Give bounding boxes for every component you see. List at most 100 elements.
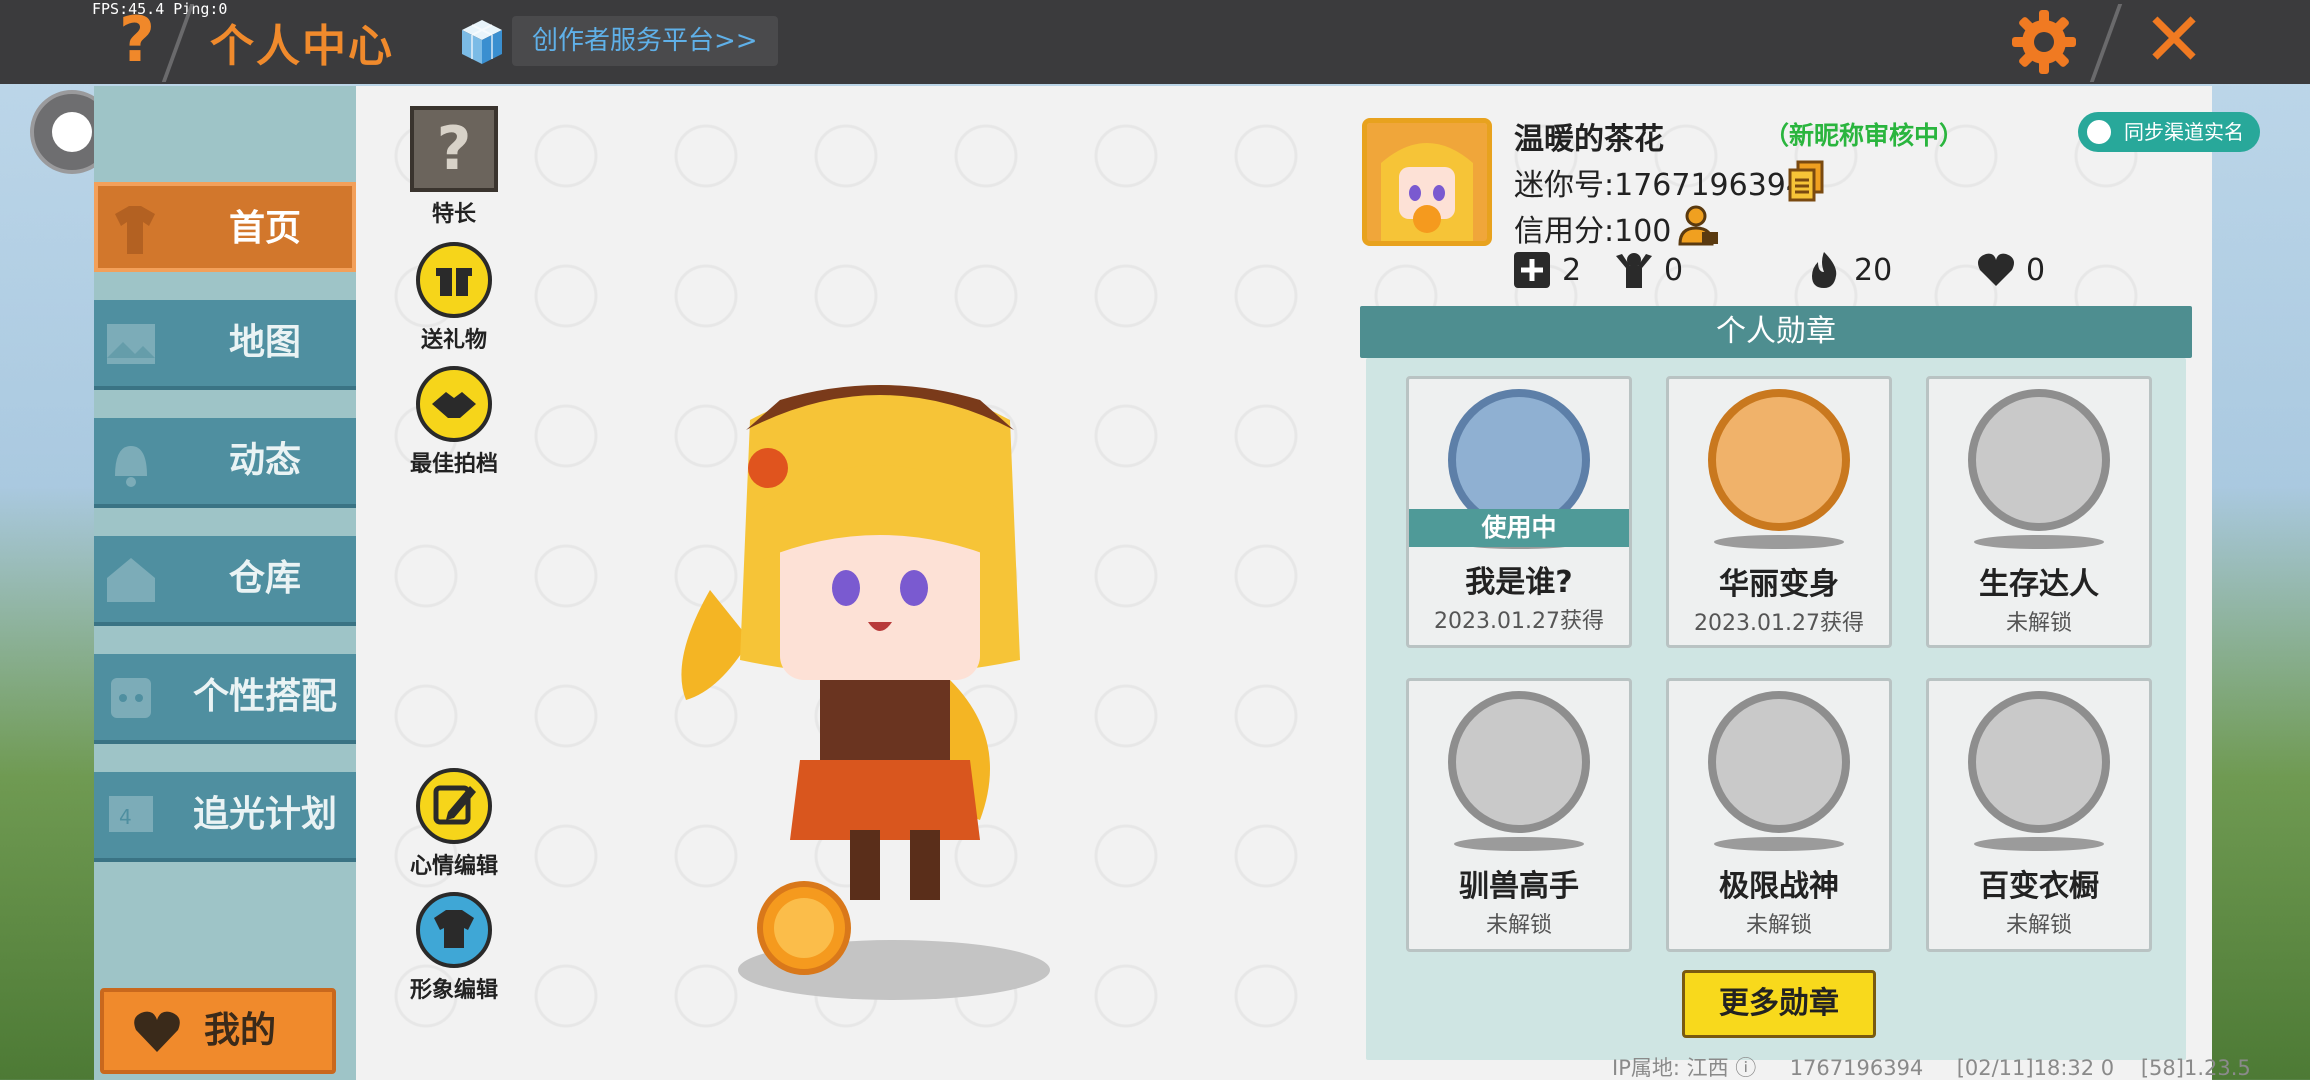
question-icon: ?: [410, 106, 498, 192]
sidebar-item-outfit[interactable]: 个性搭配: [94, 654, 356, 744]
medal-name: 华丽变身: [1719, 567, 1839, 602]
sidebar-item-label: 个性搭配: [192, 676, 337, 717]
medal-card[interactable]: 华丽变身 2023.01.27获得: [1666, 376, 1892, 648]
sidebar-item-label: 地图: [228, 322, 301, 363]
mood-edit-button[interactable]: 心情编辑: [394, 768, 514, 880]
likes-count: 0: [2026, 252, 2046, 288]
copy-icon[interactable]: [1786, 160, 1826, 202]
player-name: 温暖的茶花: [1514, 122, 1664, 157]
credit-score: 信用分:100: [1514, 214, 1672, 249]
sidebar-item-home[interactable]: 首页: [94, 182, 356, 272]
specialty-label: 特长: [431, 202, 476, 227]
wardrobe-medal-icon: [1968, 691, 2110, 833]
fans-stat[interactable]: 0: [1614, 248, 1683, 292]
in-use-badge: 使用中: [1409, 509, 1629, 547]
sidebar-item-label: 仓库: [228, 558, 301, 599]
hot-count: 20: [1854, 252, 1893, 288]
ip-location: IP属地: 江西: [1612, 1056, 1729, 1080]
gift-icon: [416, 242, 492, 318]
sidebar-item-plan[interactable]: 4 追光计划: [94, 772, 356, 862]
image-edit-button[interactable]: 形象编辑: [394, 892, 514, 1004]
fans-count: 0: [1664, 252, 1684, 288]
footer-time: [02/11]18:32 0: [1956, 1056, 2115, 1080]
map-icon: [107, 324, 155, 364]
mini-id: 迷你号:1767196394: [1514, 168, 1805, 203]
sync-realname-button[interactable]: 同步渠道实名: [2078, 112, 2260, 152]
medal-name: 生存达人: [1979, 567, 2099, 602]
flag-icon: 4: [109, 796, 153, 832]
footer-uid: 1767196394: [1789, 1056, 1924, 1080]
medal-section-header: 个人勋章: [1360, 306, 2192, 358]
creator-platform-link[interactable]: 创作者服务平台>>: [512, 16, 778, 66]
sidebar-item-label: 追光计划: [192, 794, 337, 835]
svg-text:4: 4: [119, 805, 132, 829]
fans-icon: [1616, 253, 1652, 288]
page-title: 个人中心: [210, 21, 394, 72]
help-icon[interactable]: ?: [105, 6, 169, 74]
character-icon: [111, 678, 151, 718]
sidebar: 首页 地图 动态 仓库 个性搭配 4 追光计划: [94, 86, 356, 1080]
medal-shadow: [1974, 837, 2104, 851]
profile-avatar[interactable]: [1362, 118, 1492, 246]
medal-status: 未解锁: [2005, 913, 2072, 938]
medal-status: 未解锁: [1745, 913, 1812, 938]
sidebar-item-map[interactable]: 地图: [94, 300, 356, 390]
medal-name: 驯兽高手: [1459, 869, 1579, 904]
campfire-medal-icon: [1968, 389, 2110, 531]
gear-icon[interactable]: [2008, 6, 2080, 78]
medal-card[interactable]: 极限战神 未解锁: [1666, 678, 1892, 952]
beast-medal-icon: [1448, 691, 1590, 833]
medal-shadow: [1974, 535, 2104, 549]
credit-user-icon[interactable]: [1676, 204, 1722, 248]
medal-card[interactable]: 使用中 我是谁? 2023.01.27获得: [1406, 376, 1632, 648]
footer-info: IP属地: 江西 ⓘ 1767196394 [02/11]18:32 0 [58…: [1612, 1052, 2251, 1080]
likes-stat[interactable]: 0: [1976, 248, 2045, 292]
medal-card[interactable]: 驯兽高手 未解锁: [1406, 678, 1632, 952]
sidebar-item-label: 动态: [228, 440, 301, 481]
flame-icon: [1812, 252, 1837, 288]
partner-button[interactable]: 最佳拍档: [394, 366, 514, 478]
bell-icon: [115, 446, 147, 487]
medal-card[interactable]: 百变衣橱 未解锁: [1926, 678, 2152, 952]
creator-cube-icon: [462, 20, 502, 64]
partner-label: 最佳拍档: [409, 452, 498, 477]
footer-version: [58]1.23.5: [2140, 1056, 2251, 1080]
mine-button[interactable]: 我的: [100, 988, 336, 1074]
gift-label: 送礼物: [420, 328, 487, 353]
medal-shadow: [1714, 837, 1844, 851]
mood-edit-label: 心情编辑: [409, 854, 498, 879]
edit-icon: [416, 768, 492, 844]
friends-stat[interactable]: 2: [1512, 248, 1581, 292]
hot-stat[interactable]: 20: [1804, 248, 1892, 292]
user-sync-icon: [2084, 117, 2114, 147]
close-icon[interactable]: ✕: [2136, 2, 2212, 78]
info-icon[interactable]: ⓘ: [1735, 1056, 1756, 1080]
medal-name: 极限战神: [1719, 869, 1839, 904]
heart-icon: [134, 1011, 180, 1052]
medal-card[interactable]: 生存达人 未解锁: [1926, 376, 2152, 648]
shirt-icon: [115, 206, 155, 254]
medal-status: 2023.01.27获得: [1694, 611, 1864, 636]
heart-icon: [1978, 253, 2014, 286]
more-medals-button[interactable]: 更多勋章: [1682, 970, 1876, 1038]
record-dot: [52, 112, 92, 152]
image-edit-label: 形象编辑: [409, 978, 498, 1003]
nickname-review-status: （新昵称审核中）: [1764, 121, 1965, 150]
house-icon: [107, 558, 155, 602]
sync-label: 同步渠道实名: [2124, 120, 2244, 144]
medal-name: 我是谁?: [1465, 565, 1573, 600]
specialty-button[interactable]: ? 特长: [394, 106, 514, 228]
mine-label: 我的: [204, 1010, 277, 1051]
sidebar-item-warehouse[interactable]: 仓库: [94, 536, 356, 626]
boss-medal-icon: [1708, 691, 1850, 833]
outfit-icon: [416, 892, 492, 968]
gift-button[interactable]: 送礼物: [394, 242, 514, 354]
medal-shadow: [1454, 837, 1584, 851]
medal-status: 2023.01.27获得: [1434, 609, 1604, 634]
medal-shadow: [1714, 535, 1844, 549]
transform-medal-icon: [1708, 389, 1850, 531]
sidebar-item-feed[interactable]: 动态: [94, 418, 356, 508]
medal-status: 未解锁: [2005, 611, 2072, 636]
sidebar-item-label: 首页: [228, 208, 301, 249]
character-avatar[interactable]: [650, 360, 1090, 1010]
